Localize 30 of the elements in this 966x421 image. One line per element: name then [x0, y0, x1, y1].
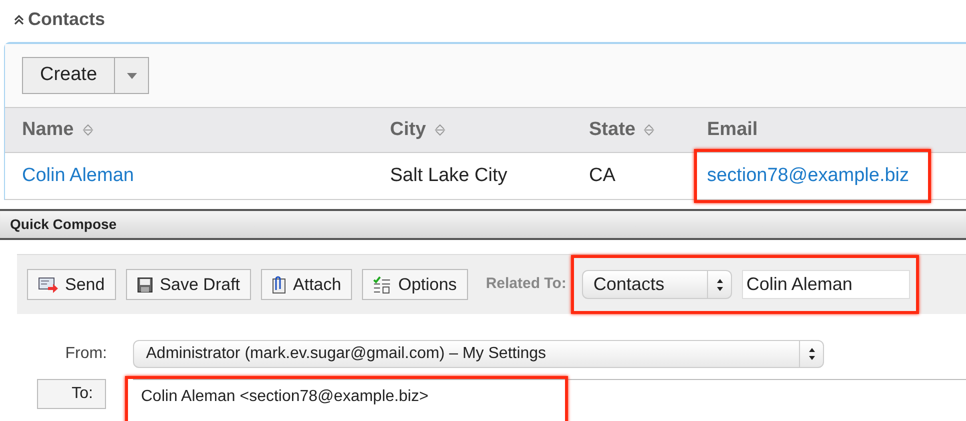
to-button[interactable]: To: [37, 379, 106, 409]
section-title: Contacts [28, 8, 106, 31]
toolbar-button[interactable]: Attach [261, 269, 352, 300]
record-field[interactable]: Colin Aleman [742, 270, 910, 299]
module-select[interactable]: Contacts [582, 270, 732, 299]
paperclip-icon [272, 276, 286, 294]
sort-icon[interactable] [434, 123, 446, 137]
contact-name-link[interactable]: Colin Aleman [22, 164, 134, 186]
sort-icon[interactable] [643, 123, 656, 137]
toolbar-button[interactable]: Save Draft [126, 269, 252, 300]
column-header[interactable]: Name [22, 116, 94, 144]
collapse-icon[interactable] [14, 14, 24, 24]
panel-title: Quick Compose [10, 215, 117, 234]
checklist-icon [373, 276, 392, 294]
stepper-arrows-icon [808, 347, 816, 361]
caret-icon [126, 72, 137, 78]
column-header[interactable]: State [589, 116, 656, 144]
from-select[interactable]: Administrator (mark.ev.sugar@gmail.com) – My Settings [133, 340, 824, 368]
stepper-arrows-icon [716, 278, 724, 292]
table-cell: CA [589, 164, 616, 186]
field-label: Related To: [486, 274, 566, 294]
toolbar-button[interactable]: Send [27, 269, 116, 300]
column-header: Email [707, 118, 758, 142]
sort-icon[interactable] [82, 123, 94, 137]
envelope-arrow-icon [38, 276, 58, 292]
table-cell: Salt Lake City [390, 164, 508, 186]
field-label: From: [64, 344, 107, 364]
column-header[interactable]: City [390, 116, 446, 144]
email-link[interactable]: section78@example.biz [707, 164, 910, 186]
toolbar-button[interactable]: Options [362, 269, 468, 300]
